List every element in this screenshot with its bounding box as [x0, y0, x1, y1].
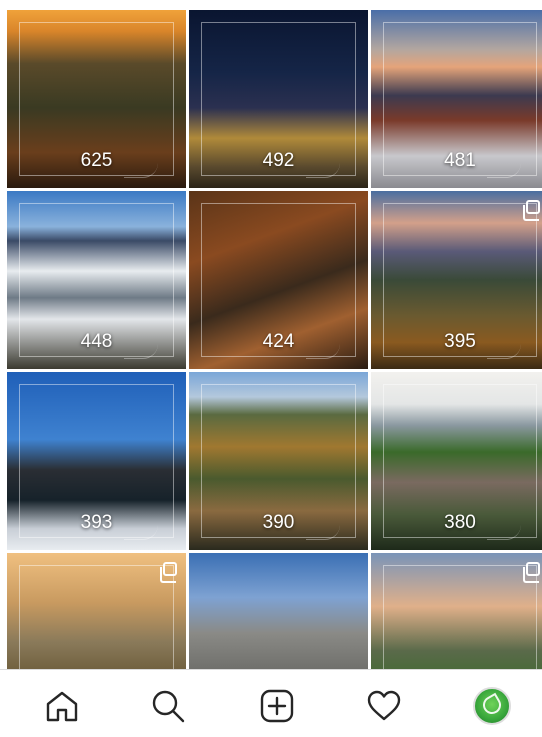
grid-tile[interactable]: 390 [189, 372, 368, 550]
like-count: 625 [80, 150, 113, 171]
like-count: 395 [444, 331, 476, 352]
grid-tile[interactable]: 448 [7, 191, 186, 369]
search-icon [152, 690, 185, 723]
like-count: 481 [444, 150, 476, 171]
grid-tile[interactable]: 481 [371, 10, 542, 188]
bottom-navigation-bar [0, 669, 542, 737]
activity-heart-icon [367, 690, 401, 721]
home-icon [46, 691, 78, 722]
grid-tile[interactable]: 380 [371, 372, 542, 550]
add-post-icon [260, 689, 294, 723]
nav-home[interactable] [44, 688, 80, 724]
nav-add-post[interactable] [259, 688, 295, 724]
like-count: 393 [80, 512, 113, 533]
grid-tile[interactable]: 424 [189, 191, 368, 369]
multiple-photos-icon [523, 562, 540, 583]
leaf-logo-icon [479, 692, 505, 718]
nav-activity[interactable] [366, 688, 402, 724]
multiple-photos-icon [160, 562, 177, 583]
like-count: 380 [444, 512, 476, 533]
multiple-photos-icon [523, 200, 540, 221]
grid-tile[interactable]: 625 [7, 10, 186, 188]
grid-tile[interactable]: 393 [7, 372, 186, 550]
grid-tile[interactable]: 492 [189, 10, 368, 188]
grid-tile[interactable]: 395 [371, 191, 542, 369]
photo-grid: 625 492 481 448 424 395 393 390 380 [7, 10, 542, 731]
like-count: 492 [262, 150, 295, 171]
profile-avatar[interactable] [473, 687, 511, 725]
like-count: 448 [80, 331, 113, 352]
like-count: 390 [262, 512, 295, 533]
like-count: 424 [262, 331, 295, 352]
nav-search[interactable] [150, 688, 186, 724]
